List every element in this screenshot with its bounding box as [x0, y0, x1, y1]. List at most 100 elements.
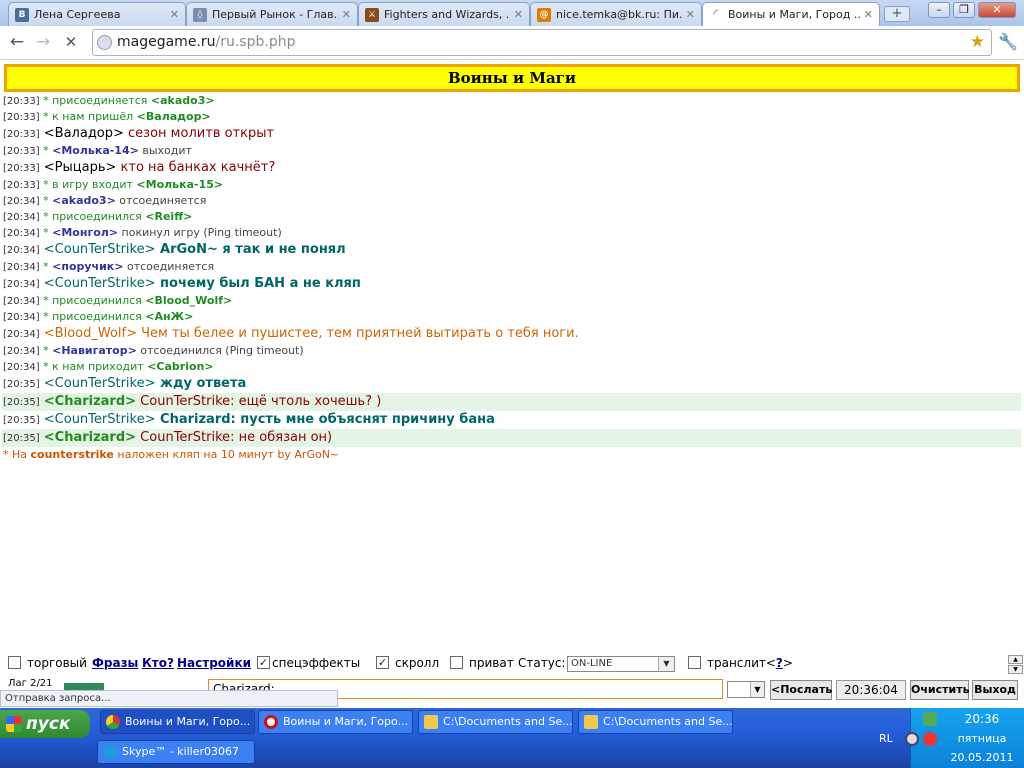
chat-message: [20:34] <CounTerStrike> ArGoN~ я так и н… — [2, 241, 1021, 259]
message-nick[interactable]: <CounTerStrike> — [44, 376, 156, 391]
message-nick[interactable]: <CounTerStrike> — [44, 412, 156, 427]
private-checkbox[interactable] — [450, 656, 463, 669]
message-time: [20:34] — [3, 329, 40, 340]
message-nick[interactable]: <CounTerStrike> — [44, 242, 156, 257]
effects-checkbox[interactable]: ✓ — [257, 656, 270, 669]
status-select[interactable]: ON-LINE ▼ — [567, 656, 675, 672]
scroll-up-icon[interactable]: ▲ — [1008, 655, 1023, 664]
message-nick[interactable]: <Рыцарь> — [44, 160, 117, 175]
message-nick[interactable]: <CounTerStrike> — [44, 276, 156, 291]
message-nick[interactable]: <akado3> — [52, 194, 116, 207]
scroll-down-icon[interactable]: ▼ — [1008, 665, 1023, 674]
taskbar-item-opera[interactable]: Воины и Маги, Горо... — [258, 710, 413, 734]
message-text: покинул игру (Ping timeout) — [118, 226, 282, 239]
tab-3[interactable]: @ nice.temka@bk.ru: Пи... ✕ — [530, 2, 702, 26]
exit-button[interactable]: Выход — [972, 680, 1018, 700]
message-nick[interactable]: <Charizard> — [44, 394, 136, 409]
tab-0[interactable]: B Лена Сергеева ✕ — [8, 2, 186, 26]
taskbar-item-chrome[interactable]: Воины и Маги, Горо... — [100, 710, 255, 734]
tab-title: Первый Рынок - Глав... — [212, 8, 338, 21]
translit-checkbox[interactable] — [688, 656, 701, 669]
tab-4-active[interactable]: ◜ Воины и Маги, Город ... ✕ — [702, 2, 880, 26]
taskbar-item-folder-1[interactable]: C:\Documents and Se... — [418, 710, 573, 734]
message-prefix: * — [39, 260, 53, 273]
minimize-button[interactable]: – — [928, 2, 950, 18]
close-tab-icon[interactable]: ✕ — [864, 8, 873, 21]
back-tray-icon[interactable] — [905, 732, 919, 746]
message-nick[interactable]: <Навигатор> — [52, 344, 137, 357]
chat-message: [20:34] * <поручик> отсоединяется — [2, 259, 1021, 275]
scroll-checkbox[interactable]: ✓ — [376, 656, 389, 669]
globe-icon — [97, 35, 112, 50]
taskbar-item-skype[interactable]: Skype™ - killer03067 — [97, 740, 255, 764]
tray-time[interactable]: 20:36 — [939, 712, 1024, 726]
message-nick[interactable]: <Blood_Wolf> — [44, 326, 137, 341]
translit-help-link[interactable]: ? — [776, 656, 783, 670]
stop-loading-icon[interactable]: ✕ — [60, 32, 82, 54]
message-nick[interactable]: <поручик> — [52, 260, 123, 273]
message-time: [20:35] — [3, 379, 40, 390]
chat-message: [20:34] <Blood_Wolf> Чем ты белее и пуши… — [2, 325, 1021, 343]
forward-arrow-icon[interactable]: → — [32, 32, 54, 54]
who-link[interactable]: Кто? — [142, 656, 174, 670]
message-nick[interactable]: <Cabrion> — [147, 360, 213, 373]
translit-label: транслит<?> — [707, 656, 793, 670]
task-label: C:\Documents and Se... — [443, 715, 573, 728]
task-label: Воины и Маги, Горо... — [125, 715, 251, 728]
message-nick[interactable]: <Молька-15> — [136, 178, 223, 191]
message-nick[interactable]: <akado3> — [151, 94, 215, 107]
message-time: [20:35] — [3, 415, 40, 426]
chat-log[interactable]: [20:33] * присоединяется <akado3> [20:33]… — [2, 93, 1021, 653]
network-icon[interactable] — [923, 712, 937, 726]
start-label: пуск — [26, 714, 71, 734]
maximize-button[interactable]: ❐ — [953, 2, 975, 18]
chat-message: [20:35] <CounTerStrike> Charizard: пусть… — [2, 411, 1021, 429]
windows-taskbar: пуск Воины и Маги, Горо... Воины и Маги,… — [0, 708, 1024, 768]
message-time: [20:33] — [3, 146, 40, 157]
taskbar-item-folder-2[interactable]: C:\Documents and Se... — [578, 710, 733, 734]
chat-message: [20:34] * <Навигатор> отсоединился (Ping… — [2, 343, 1021, 359]
system-nick[interactable]: counterstrike — [31, 448, 114, 461]
language-indicator[interactable]: RL — [879, 732, 893, 745]
message-nick[interactable]: <Валадор> — [44, 126, 124, 141]
settings-link[interactable]: Настройки — [177, 656, 251, 670]
message-nick[interactable]: <Blood_Wolf> — [145, 294, 232, 307]
address-bar[interactable]: magegame.ru/ru.spb.php ★ — [92, 29, 992, 56]
chat-message: [20:33] * к нам пришёл <Валадор> — [2, 109, 1021, 125]
message-time: [20:33] — [3, 112, 40, 123]
phrases-link[interactable]: Фразы — [92, 656, 138, 670]
clear-button[interactable]: Очистить — [910, 680, 970, 700]
message-nick[interactable]: <Charizard> — [44, 430, 136, 445]
close-window-button[interactable]: ✕ — [978, 2, 1016, 18]
bookmark-star-icon[interactable]: ★ — [970, 30, 985, 55]
tab-2[interactable]: ⚔ Fighters and Wizards, ... ✕ — [358, 2, 530, 26]
chat-message: [20:34] * <Монгол> покинул игру (Ping ti… — [2, 225, 1021, 241]
recipient-select[interactable]: ▼ — [727, 681, 765, 698]
tab-1[interactable]: ◊ Первый Рынок - Глав... ✕ — [186, 2, 358, 26]
navigation-bar: ← → ✕ magegame.ru/ru.spb.php ★ 🔧 — [0, 26, 1024, 60]
message-nick[interactable]: <Монгол> — [52, 226, 118, 239]
task-label: Воины и Маги, Горо... — [283, 715, 409, 728]
message-nick[interactable]: <Reiff> — [145, 210, 192, 223]
message-time: [20:35] — [3, 397, 40, 408]
close-tab-icon[interactable]: ✕ — [170, 8, 179, 21]
message-prefix: * присоединился — [39, 210, 146, 223]
message-nick[interactable]: <Молька-14> — [52, 144, 139, 157]
trade-checkbox[interactable] — [8, 656, 21, 669]
new-tab-button[interactable]: + — [884, 6, 910, 22]
antivirus-icon[interactable] — [923, 732, 937, 746]
message-time: [20:33] — [3, 129, 40, 140]
start-button[interactable]: пуск — [0, 710, 90, 738]
message-nick[interactable]: <АнЖ> — [145, 310, 193, 323]
send-button[interactable]: <Послать — [770, 680, 832, 700]
back-arrow-icon[interactable]: ← — [6, 32, 28, 54]
message-text: почему был БАН а не кляп — [155, 276, 361, 291]
close-tab-icon[interactable]: ✕ — [514, 8, 523, 21]
close-tab-icon[interactable]: ✕ — [342, 8, 351, 21]
message-nick[interactable]: <Валадор> — [137, 110, 211, 123]
status-value: ON-LINE — [571, 658, 613, 669]
message-prefix: * присоединился — [39, 310, 146, 323]
wrench-icon[interactable]: 🔧 — [998, 32, 1018, 51]
close-tab-icon[interactable]: ✕ — [686, 8, 695, 21]
message-time: [20:34] — [3, 262, 40, 273]
